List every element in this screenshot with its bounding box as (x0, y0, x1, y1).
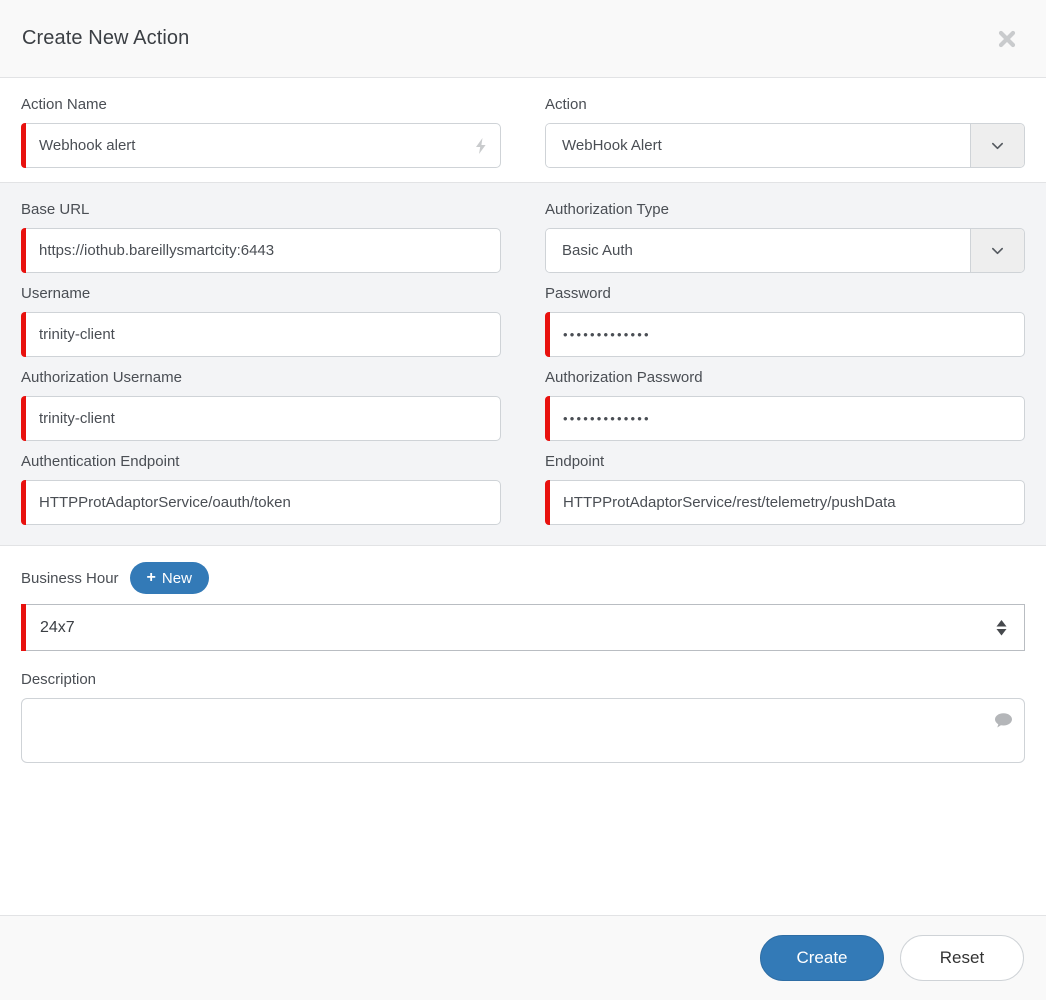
authorization-type-select[interactable]: Basic Auth (545, 228, 1025, 273)
close-icon-glyph (998, 30, 1016, 47)
required-marker (21, 480, 26, 525)
chevron-down-glyph (992, 247, 1003, 255)
form-row-1: Action Name Action WebHook (21, 96, 1025, 168)
dialog-body: Action Name Action WebHook (0, 78, 1046, 915)
dialog-footer: Create Reset (0, 915, 1046, 1000)
business-hour-select-value: 24x7 (40, 618, 75, 636)
form-row-5: Authentication Endpoint Endpoint (21, 453, 1025, 525)
field-action-name: Action Name (21, 96, 501, 168)
authentication-endpoint-input-wrap (21, 480, 501, 525)
section-action-identity: Action Name Action WebHook (0, 78, 1046, 182)
business-hour-header: Business Hour + New (21, 562, 1025, 594)
field-authorization-username: Authorization Username (21, 369, 501, 441)
username-input-wrap (21, 312, 501, 357)
required-marker (545, 312, 550, 357)
authorization-type-label: Authorization Type (545, 201, 669, 218)
description-wrap (21, 698, 1025, 768)
chevron-down-icon[interactable] (970, 229, 1024, 272)
required-marker (21, 123, 26, 168)
authorization-username-label: Authorization Username (21, 369, 182, 386)
reset-button[interactable]: Reset (900, 935, 1024, 981)
authentication-endpoint-input[interactable] (21, 480, 501, 525)
add-business-hour-button[interactable]: + New (129, 562, 209, 594)
required-marker (21, 312, 26, 357)
username-input[interactable] (21, 312, 501, 357)
action-select-value: WebHook Alert (546, 124, 970, 167)
authorization-password-input[interactable] (545, 396, 1025, 441)
required-marker (545, 480, 550, 525)
add-business-hour-label: New (161, 569, 192, 587)
dialog-header: Create New Action (0, 0, 1046, 78)
dialog-title: Create New Action (22, 27, 190, 49)
section-connection-config: Base URL Authorization Type Basic Auth (0, 182, 1046, 546)
field-authorization-password: Authorization Password (545, 369, 1025, 441)
authorization-password-input-wrap (545, 396, 1025, 441)
field-password: Password (545, 285, 1025, 357)
action-name-label: Action Name (21, 96, 107, 113)
required-marker (545, 396, 550, 441)
form-row-4: Authorization Username Authorization Pas… (21, 369, 1025, 441)
required-marker (21, 604, 26, 651)
field-authentication-endpoint: Authentication Endpoint (21, 453, 501, 525)
close-icon[interactable] (990, 22, 1024, 56)
form-row-2: Base URL Authorization Type Basic Auth (21, 201, 1025, 273)
action-name-input[interactable] (21, 123, 501, 168)
form-row-3: Username Password (21, 285, 1025, 357)
endpoint-input[interactable] (545, 480, 1025, 525)
authorization-password-label: Authorization Password (545, 369, 703, 386)
create-button[interactable]: Create (760, 935, 884, 981)
up-down-arrows-icon (996, 619, 1007, 636)
chevron-down-glyph (992, 142, 1003, 150)
action-select[interactable]: WebHook Alert (545, 123, 1025, 168)
endpoint-input-wrap (545, 480, 1025, 525)
username-label: Username (21, 285, 91, 302)
authorization-type-select-value: Basic Auth (546, 229, 970, 272)
action-label: Action (545, 96, 587, 113)
authentication-endpoint-label: Authentication Endpoint (21, 453, 180, 470)
chevron-down-icon[interactable] (970, 124, 1024, 167)
endpoint-label: Endpoint (545, 453, 605, 470)
action-name-input-wrap (21, 123, 501, 168)
business-hour-label: Business Hour (21, 569, 119, 587)
field-base-url: Base URL (21, 201, 501, 273)
create-new-action-dialog: Create New Action Action Name Webhook al… (0, 0, 1046, 1000)
field-action: Action WebHook Alert (545, 96, 1025, 168)
required-marker (21, 396, 26, 441)
base-url-input-wrap (21, 228, 501, 273)
password-label: Password (545, 285, 611, 302)
field-username: Username (21, 285, 501, 357)
authorization-username-input[interactable] (21, 396, 501, 441)
base-url-input[interactable] (21, 228, 501, 273)
arrow-up-glyph (996, 619, 1007, 626)
base-url-label: Base URL (21, 201, 90, 218)
plus-icon: + (146, 569, 156, 586)
required-marker (21, 228, 26, 273)
arrow-down-glyph (996, 628, 1007, 635)
description-textarea[interactable] (21, 698, 1025, 763)
description-label: Description (21, 671, 97, 688)
section-schedule-description: Business Hour + New 24x7 Description (0, 546, 1046, 782)
business-hour-select[interactable]: 24x7 (21, 604, 1025, 651)
password-input-wrap (545, 312, 1025, 357)
field-endpoint: Endpoint (545, 453, 1025, 525)
field-authorization-type: Authorization Type Basic Auth (545, 201, 1025, 273)
business-hour-select-wrap: 24x7 (21, 604, 1025, 651)
authorization-username-input-wrap (21, 396, 501, 441)
password-input[interactable] (545, 312, 1025, 357)
